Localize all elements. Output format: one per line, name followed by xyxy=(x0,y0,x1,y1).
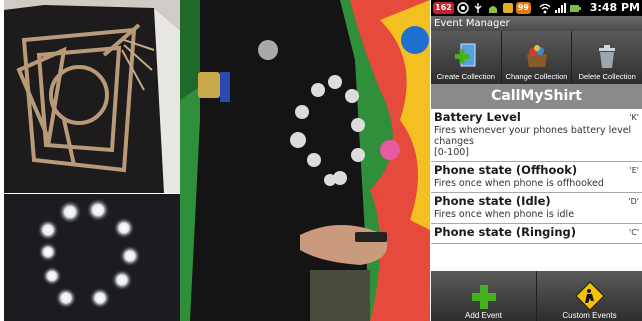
window-title: Event Manager xyxy=(431,16,642,31)
wifi-icon xyxy=(539,2,551,14)
custom-events-button[interactable]: Custom Events xyxy=(537,271,642,321)
updates-count-badge: 99 xyxy=(515,2,531,14)
notification-icon xyxy=(502,2,514,14)
bottom-action-bar: Add Event Custom Events xyxy=(431,271,642,321)
create-collection-button[interactable]: Create Collection xyxy=(431,31,502,84)
event-range: [0-100] xyxy=(434,147,470,158)
signal-icon xyxy=(554,2,566,14)
construction-sign-icon xyxy=(574,281,605,311)
add-event-button[interactable]: Add Event xyxy=(431,271,537,321)
event-name: Phone state (Offhook) xyxy=(434,163,578,177)
phone-screen: 162 99 3:48 PM Event Manager Create Coll… xyxy=(431,0,642,321)
plus-icon xyxy=(470,283,498,311)
delete-collection-label: Delete Collection xyxy=(578,72,636,81)
at-icon xyxy=(457,2,469,14)
event-key: 'D' xyxy=(628,197,639,206)
create-collection-label: Create Collection xyxy=(436,72,495,81)
usb-icon xyxy=(472,2,484,14)
event-key: 'K' xyxy=(629,113,639,122)
notification-count-badge: 162 xyxy=(433,2,454,14)
list-item-phone-offhook[interactable]: Phone state (Offhook) 'E' Fires once whe… xyxy=(431,162,642,193)
event-name: Phone state (Idle) xyxy=(434,194,551,208)
collection-title: CallMyShirt xyxy=(431,84,642,109)
custom-events-label: Custom Events xyxy=(562,311,617,320)
trash-icon xyxy=(594,42,620,70)
list-item-battery-level[interactable]: Battery Level 'K' Fires whenever your ph… xyxy=(431,109,642,162)
event-list[interactable]: Battery Level 'K' Fires whenever your ph… xyxy=(431,109,642,271)
person-illustration xyxy=(180,0,430,321)
photo-person-wearing-shirt xyxy=(180,0,430,321)
list-item-phone-ringing[interactable]: Phone state (Ringing) 'C' xyxy=(431,224,642,244)
event-name: Battery Level xyxy=(434,110,521,124)
shirt-illustration xyxy=(4,0,180,193)
led-ring-illustration xyxy=(4,194,180,321)
clock: 3:48 PM xyxy=(589,1,640,14)
change-collection-button[interactable]: Change Collection xyxy=(502,31,573,84)
change-collection-icon xyxy=(524,42,550,70)
event-key: 'C' xyxy=(629,228,639,237)
photo-shirt-conductive-tape xyxy=(4,0,180,193)
event-description: Fires once when phone is idle xyxy=(434,209,575,220)
battery-icon xyxy=(569,2,581,14)
list-item-phone-idle[interactable]: Phone state (Idle) 'D' Fires once when p… xyxy=(431,193,642,224)
android-debug-icon xyxy=(487,2,499,14)
change-collection-label: Change Collection xyxy=(505,72,568,81)
photo-led-ring xyxy=(4,194,180,321)
event-key: 'E' xyxy=(629,166,639,175)
add-event-label: Add Event xyxy=(465,311,502,320)
collection-toolbar: Create Collection Change Collection Dele… xyxy=(431,31,642,84)
delete-collection-button[interactable]: Delete Collection xyxy=(572,31,642,84)
create-collection-icon xyxy=(453,42,479,70)
event-description: Fires once when phone is offhooked xyxy=(434,178,604,189)
event-description: Fires whenever your phones battery level… xyxy=(434,125,632,147)
event-name: Phone state (Ringing) xyxy=(434,225,576,239)
status-bar: 162 99 3:48 PM xyxy=(431,0,642,16)
